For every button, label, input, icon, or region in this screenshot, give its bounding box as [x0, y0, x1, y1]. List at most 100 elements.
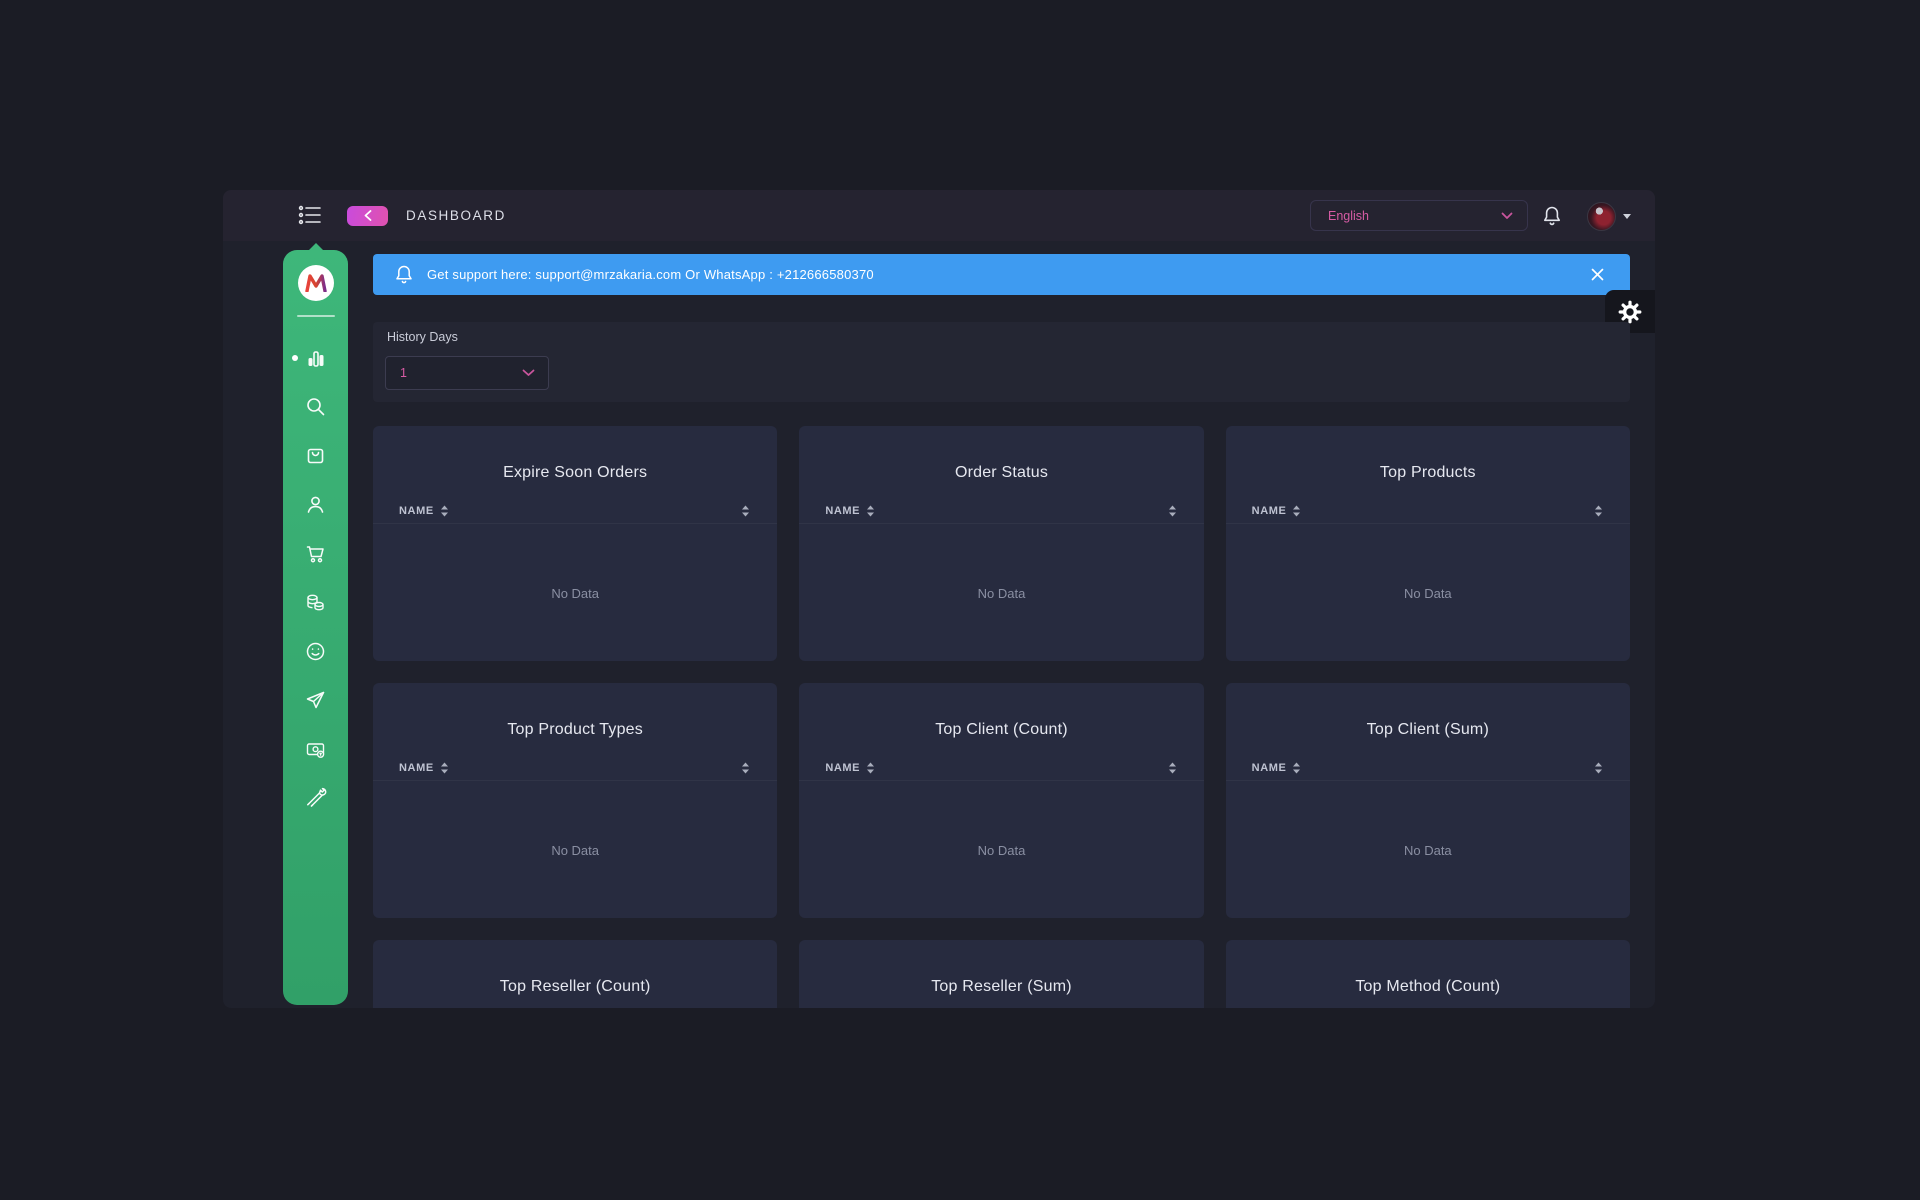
shopping-bag-icon	[304, 444, 327, 467]
sort-icon	[865, 761, 876, 775]
card-title: Expire Soon Orders	[373, 426, 777, 482]
history-days-select[interactable]: 1	[385, 356, 549, 390]
card-order-status: Order Status NAME No Data	[799, 426, 1203, 661]
card-top-reseller-sum: Top Reseller (Sum) NAME No Data	[799, 940, 1203, 1008]
caret-down-icon	[1623, 214, 1631, 219]
card-title: Top Client (Count)	[799, 683, 1203, 739]
card-expire-soon-orders: Expire Soon Orders NAME No Data	[373, 426, 777, 661]
no-data-text: No Data	[1226, 843, 1630, 858]
cart-icon	[304, 542, 327, 565]
sort-icon	[1593, 504, 1604, 518]
sidebar-item-cart[interactable]	[283, 529, 348, 578]
value-column-sort[interactable]	[740, 504, 751, 518]
value-column-sort[interactable]	[740, 761, 751, 775]
language-value: English	[1328, 209, 1501, 223]
history-days-panel: History Days 1	[373, 322, 1630, 402]
card-table-header: NAME	[1226, 498, 1630, 524]
sort-icon	[439, 504, 450, 518]
sort-icon	[1167, 761, 1178, 775]
name-column-sort[interactable]: NAME	[1252, 761, 1303, 775]
card-table-header: NAME	[373, 498, 777, 524]
sort-icon	[865, 504, 876, 518]
sort-icon	[740, 761, 751, 775]
value-column-sort[interactable]	[1593, 504, 1604, 518]
sidebar-item-finance[interactable]	[283, 578, 348, 627]
card-title: Top Product Types	[373, 683, 777, 739]
card-top-products: Top Products NAME No Data	[1226, 426, 1630, 661]
no-data-text: No Data	[799, 586, 1203, 601]
card-table-header: NAME	[799, 755, 1203, 781]
user-menu[interactable]	[1587, 201, 1635, 231]
name-column-label: NAME	[1252, 505, 1287, 517]
card-top-client-sum: Top Client (Sum) NAME No Data	[1226, 683, 1630, 918]
page-title: DASHBOARD	[406, 190, 506, 241]
name-column-sort[interactable]: NAME	[399, 761, 450, 775]
name-column-sort[interactable]: NAME	[825, 504, 876, 518]
sort-icon	[1291, 761, 1302, 775]
no-data-text: No Data	[373, 843, 777, 858]
card-top-method-count: Top Method (Count) NAME No Data	[1226, 940, 1630, 1008]
back-button[interactable]	[347, 206, 388, 226]
menu-list-icon[interactable]	[298, 204, 322, 226]
card-top-reseller-count: Top Reseller (Count) NAME No Data	[373, 940, 777, 1008]
active-indicator-dot	[292, 355, 298, 361]
value-column-sort[interactable]	[1593, 761, 1604, 775]
sidebar-item-clients[interactable]	[283, 627, 348, 676]
user-icon	[304, 493, 327, 516]
card-title: Order Status	[799, 426, 1203, 482]
sidebar-item-payments[interactable]	[283, 725, 348, 774]
notifications-bell-icon[interactable]	[1541, 204, 1565, 228]
language-select[interactable]: English	[1310, 200, 1528, 231]
no-data-text: No Data	[373, 586, 777, 601]
sort-icon	[1291, 504, 1302, 518]
search-icon	[304, 395, 327, 418]
bar-chart-icon	[304, 346, 328, 370]
sort-icon	[439, 761, 450, 775]
card-top-client-count: Top Client (Count) NAME No Data	[799, 683, 1203, 918]
send-icon	[304, 689, 327, 712]
no-data-text: No Data	[1226, 586, 1630, 601]
card-title: Top Method (Count)	[1226, 940, 1630, 996]
name-column-label: NAME	[399, 762, 434, 774]
name-column-label: NAME	[1252, 762, 1287, 774]
card-table-header: NAME	[799, 498, 1203, 524]
history-days-value: 1	[400, 366, 522, 380]
coins-icon	[304, 591, 327, 614]
value-column-sort[interactable]	[1167, 504, 1178, 518]
name-column-sort[interactable]: NAME	[825, 761, 876, 775]
sort-icon	[1167, 504, 1178, 518]
sort-icon	[1593, 761, 1604, 775]
card-title: Top Client (Sum)	[1226, 683, 1630, 739]
support-banner: Get support here: support@mrzakaria.com …	[373, 254, 1630, 295]
name-column-sort[interactable]: NAME	[399, 504, 450, 518]
sidebar-item-messages[interactable]	[283, 676, 348, 725]
name-column-label: NAME	[825, 505, 860, 517]
card-top-product-types: Top Product Types NAME No Data	[373, 683, 777, 918]
sidebar-nav	[283, 333, 348, 823]
avatar	[1587, 202, 1616, 231]
card-title: Top Reseller (Sum)	[799, 940, 1203, 996]
card-title: Top Products	[1226, 426, 1630, 482]
support-banner-text: Get support here: support@mrzakaria.com …	[427, 267, 874, 282]
name-column-sort[interactable]: NAME	[1252, 504, 1303, 518]
tools-icon	[304, 787, 327, 810]
app-logo[interactable]	[298, 265, 334, 301]
history-days-label: History Days	[387, 330, 1616, 344]
value-column-sort[interactable]	[1167, 761, 1178, 775]
chevron-down-icon	[1501, 207, 1513, 225]
card-table-header: NAME	[373, 755, 777, 781]
card-title: Top Reseller (Count)	[373, 940, 777, 996]
smiley-icon	[304, 640, 327, 663]
sidebar-item-users[interactable]	[283, 480, 348, 529]
sort-icon	[740, 504, 751, 518]
banner-close-icon[interactable]	[1584, 262, 1610, 288]
sidebar-divider	[297, 315, 335, 317]
sidebar-item-tools[interactable]	[283, 774, 348, 823]
banner-bell-icon	[393, 264, 415, 286]
chevron-down-icon	[522, 364, 535, 382]
cards-grid: Expire Soon Orders NAME No Data Order St…	[373, 426, 1630, 1008]
no-data-text: No Data	[799, 843, 1203, 858]
sidebar-item-orders[interactable]	[283, 431, 348, 480]
sidebar-item-search[interactable]	[283, 382, 348, 431]
sidebar-item-dashboard[interactable]	[283, 333, 348, 382]
